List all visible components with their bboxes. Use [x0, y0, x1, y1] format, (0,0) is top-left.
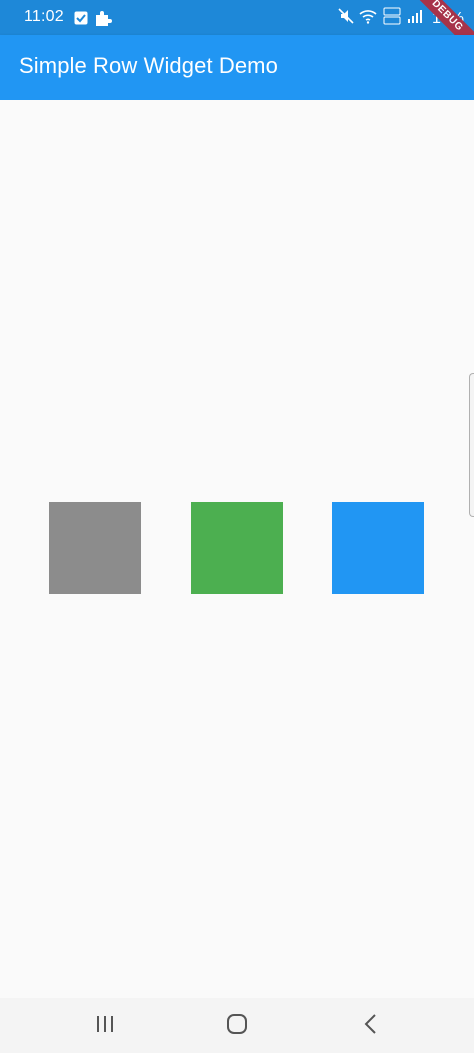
status-left-icons	[74, 9, 112, 32]
volte-icon	[382, 7, 402, 30]
home-button[interactable]	[223, 1012, 251, 1040]
status-time: 11:02	[24, 8, 64, 25]
back-button[interactable]	[357, 1012, 385, 1040]
wifi-icon	[359, 8, 377, 29]
green-box	[191, 502, 283, 594]
mute-icon	[338, 8, 354, 29]
row-widget	[0, 502, 474, 594]
home-icon	[226, 1013, 248, 1040]
edge-panel-handle[interactable]	[469, 373, 474, 517]
app-bar: Simple Row Widget Demo	[0, 35, 474, 100]
signal-icon	[407, 8, 423, 29]
grey-box	[49, 502, 141, 594]
navigation-bar	[0, 998, 474, 1053]
page-title: Simple Row Widget Demo	[19, 53, 278, 78]
checkbox-icon	[74, 11, 88, 30]
status-bar: 11:02 DEBUG	[0, 0, 474, 35]
puzzle-icon	[94, 9, 112, 32]
blue-box	[332, 502, 424, 594]
recent-apps-icon	[94, 1014, 116, 1039]
back-icon	[361, 1013, 381, 1040]
recent-apps-button[interactable]	[91, 1012, 119, 1040]
